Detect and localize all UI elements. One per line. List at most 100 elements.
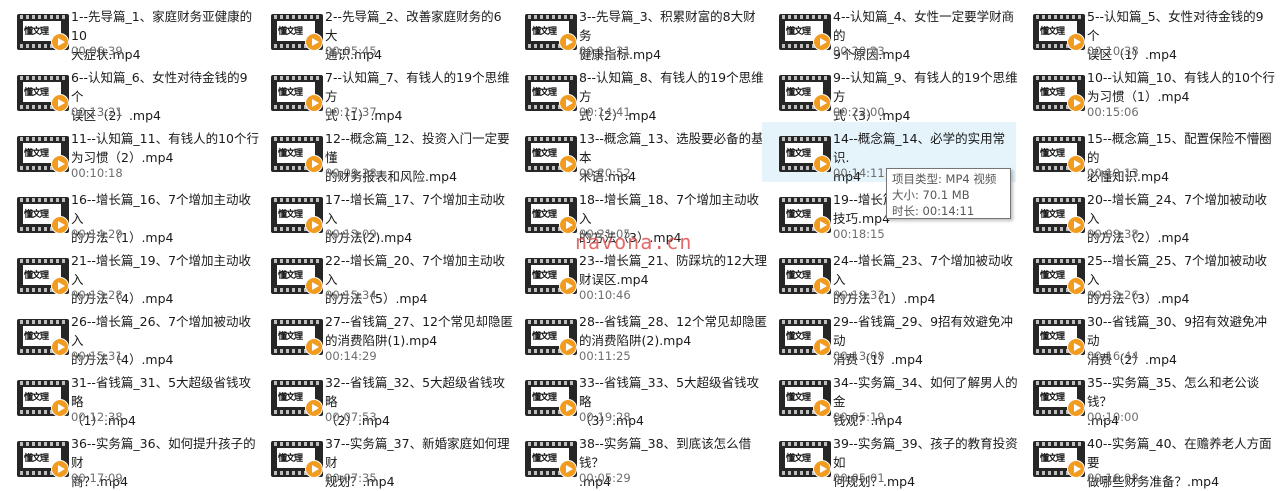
- file-item[interactable]: 懂文理 39--实务篇_39、孩子的教育投资如 何规划？.mp4 00:05:01: [762, 427, 1018, 489]
- thumbnail-brand: 懂文理: [24, 27, 49, 37]
- video-thumbnail-icon: 懂文理: [1033, 136, 1085, 173]
- video-thumbnail-icon: 懂文理: [779, 258, 831, 295]
- thumbnail-brand: 懂文理: [786, 271, 811, 281]
- thumbnail-brand: 懂文理: [532, 332, 557, 342]
- file-item[interactable]: 懂文理 40--实务篇_40、在赡养老人方面要 做哪些财务准备？.mp4 00:16…: [1016, 427, 1272, 489]
- file-item[interactable]: 懂文理 26--增长篇_26、7个增加被动收入 的方法（4）.mp4 00:15:3…: [0, 305, 254, 367]
- file-item[interactable]: 懂文理 17--增长篇_17、7个增加主动收入 的方法(2).mp4 00:13:0…: [254, 183, 508, 245]
- thumbnail-brand: 懂文理: [532, 149, 557, 159]
- file-duration: 00:10:46: [579, 288, 631, 302]
- thumbnail-brand: 懂文理: [278, 454, 303, 464]
- play-icon: [51, 277, 69, 295]
- file-item[interactable]: 懂文理 27--省钱篇_27、12个常见却隐匿 的消费陷阱(1).mp4 00:14…: [254, 305, 513, 365]
- file-item[interactable]: 懂文理 38--实务篇_38、到底该怎么借钱？ .mp4 00:05:29: [508, 427, 762, 489]
- file-item[interactable]: 懂文理 28--省钱篇_28、12个常见却隐匿 的消费陷阱(2).mp4 00:11…: [508, 305, 767, 365]
- play-icon: [305, 216, 323, 234]
- file-item[interactable]: 懂文理 13--概念篇_13、选股要必备的基本 术语.mp4 00:20:52: [508, 122, 764, 184]
- file-item[interactable]: 懂文理 32--省钱篇_32、5大超级省钱攻略 （2）.mp4 00:07:53: [254, 366, 508, 428]
- play-icon: [1067, 338, 1085, 356]
- file-item[interactable]: 懂文理 10--认知篇_10、有钱人的10个行 为习惯（1）.mp4 00:15:0…: [1016, 61, 1275, 121]
- play-icon: [813, 338, 831, 356]
- file-item[interactable]: 懂文理 31--省钱篇_31、5大超级省钱攻略 （1）.mp4 00:12:38: [0, 366, 254, 428]
- file-duration: 00:14:29: [325, 349, 377, 363]
- file-duration: 00:10:00: [1087, 410, 1139, 424]
- video-thumbnail-icon: 懂文理: [1033, 380, 1085, 417]
- file-item[interactable]: 懂文理 30--省钱篇_30、9招有效避免冲动 消费（2）.mp4 00:16:44: [1016, 305, 1270, 367]
- file-duration: 00:09:28: [325, 166, 377, 180]
- file-item[interactable]: 懂文理 29--省钱篇_29、9招有效避免冲动 消费（1）.mp4 00:13:08: [762, 305, 1016, 367]
- file-item[interactable]: 懂文理 16--增长篇_16、7个增加主动收入 的方法（1）.mp4 00:14:2…: [0, 183, 254, 245]
- play-icon: [305, 399, 323, 417]
- file-item[interactable]: 懂文理 8--认知篇_8、有钱人的19个思维方 式（2）.mp4 00:14:41: [508, 61, 764, 123]
- video-thumbnail-icon: 懂文理: [271, 14, 323, 51]
- file-item[interactable]: 懂文理 2--先导篇_2、改善家庭财务的6大 通识.mp4 00:05:45: [254, 0, 508, 62]
- video-thumbnail-icon: 懂文理: [1033, 197, 1085, 234]
- file-item[interactable]: 懂文理 21--增长篇_19、7个增加主动收入 的方法（4）.mp4 00:13:2…: [0, 244, 254, 306]
- video-thumbnail-icon: 懂文理: [525, 319, 577, 356]
- file-item[interactable]: 懂文理 22--增长篇_20、7个增加主动收入 的方法（5）.mp4 00:15:3…: [254, 244, 508, 306]
- file-duration: 00:20:23: [833, 44, 885, 58]
- file-item[interactable]: 懂文理 9--认知篇_9、有钱人的19个思维方 式（3）.mp4 00:22:00: [762, 61, 1018, 123]
- thumbnail-brand: 懂文理: [24, 149, 49, 159]
- thumbnail-brand: 懂文理: [24, 271, 49, 281]
- file-item[interactable]: 懂文理 34--实务篇_34、如何了解男人的金 钱观？.mp4 00:05:19: [762, 366, 1018, 428]
- file-duration: 00:05:29: [579, 471, 631, 485]
- file-duration: 00:19:28: [579, 410, 631, 424]
- video-thumbnail-icon: 懂文理: [271, 380, 323, 417]
- video-thumbnail-icon: 懂文理: [779, 441, 831, 478]
- video-thumbnail-icon: 懂文理: [17, 441, 69, 478]
- file-item[interactable]: 懂文理 35--实务篇_35、怎么和老公谈钱？ .mp4 00:10:00: [1016, 366, 1270, 428]
- file-item[interactable]: 懂文理 24--增长篇_23、7个增加被动收入 的方法（1）.mp4 00:19:3…: [762, 244, 1016, 306]
- file-item[interactable]: 懂文理 36--实务篇_36、如何提升孩子的财 商？.mp4 00:17:09: [0, 427, 256, 489]
- file-duration: 00:19:13: [1087, 166, 1139, 180]
- thumbnail-brand: 懂文理: [532, 454, 557, 464]
- file-item[interactable]: 懂文理 7--认知篇_7、有钱人的19个思维方 式（1）.mp4 00:17:37: [254, 61, 510, 123]
- file-duration: 00:05:19: [833, 410, 885, 424]
- thumbnail-brand: 懂文理: [786, 210, 811, 220]
- video-thumbnail-icon: 懂文理: [271, 75, 323, 112]
- file-item[interactable]: 懂文理 37--实务篇_37、新婚家庭如何理财 规划？.mp4 00:07:35: [254, 427, 510, 489]
- video-thumbnail-icon: 懂文理: [779, 319, 831, 356]
- thumbnail-brand: 懂文理: [786, 88, 811, 98]
- play-icon: [559, 155, 577, 173]
- play-icon: [305, 338, 323, 356]
- thumbnail-brand: 懂文理: [278, 27, 303, 37]
- play-icon: [305, 277, 323, 295]
- file-item[interactable]: 懂文理 3--先导篇_3、积累财富的8大财务 健康指标.mp4 00:12:31: [508, 0, 762, 62]
- file-item[interactable]: 懂文理 15--概念篇_15、配置保险不懵圈的 必懂知识.mp4 00:19:13: [1016, 122, 1272, 184]
- file-duration: 00:13:21: [71, 105, 123, 119]
- thumbnail-brand: 懂文理: [786, 454, 811, 464]
- file-item[interactable]: 懂文理 1--先导篇_1、家庭财务亚健康的10 大症状.mp4 00:06:39: [0, 0, 254, 62]
- thumbnail-brand: 懂文理: [532, 271, 557, 281]
- play-icon: [813, 216, 831, 234]
- thumbnail-brand: 懂文理: [24, 393, 49, 403]
- file-item[interactable]: 懂文理 25--增长篇_25、7个增加被动收入 的方法（3）.mp4 00:12:2…: [1016, 244, 1270, 306]
- file-item[interactable]: 懂文理 33--省钱篇_33、5大超级省钱攻略 （3）.mp4 00:19:28: [508, 366, 762, 428]
- file-item[interactable]: 懂文理 20--增长篇_24、7个增加被动收入 的方法（2）.mp4 00:09:3…: [1016, 183, 1270, 245]
- thumbnail-brand: 懂文理: [1040, 88, 1065, 98]
- file-item[interactable]: 懂文理 12--概念篇_12、投资入门一定要懂 的财务报表和风险.mp4 00:09…: [254, 122, 510, 184]
- video-thumbnail-icon: 懂文理: [779, 136, 831, 173]
- play-icon: [1067, 94, 1085, 112]
- file-item[interactable]: 懂文理 6--认知篇_6、女性对待金钱的9个 误区（2）.mp4 00:13:21: [0, 61, 254, 123]
- play-icon: [305, 460, 323, 478]
- file-duration: 00:20:52: [579, 166, 631, 180]
- thumbnail-brand: 懂文理: [1040, 393, 1065, 403]
- file-duration: 00:17:37: [325, 105, 377, 119]
- file-item[interactable]: 懂文理 11--认知篇_11、有钱人的10个行 为习惯（2）.mp4 00:10:1…: [0, 122, 259, 182]
- thumbnail-brand: 懂文理: [1040, 27, 1065, 37]
- file-duration: 00:22:00: [833, 105, 885, 119]
- file-name: 23--增长篇_21、防踩坑的12大理 财误区.mp4: [579, 253, 767, 287]
- play-icon: [305, 33, 323, 51]
- play-icon: [813, 94, 831, 112]
- file-item[interactable]: 懂文理 4--认知篇_4、女性一定要学财商的 9个原因.mp4 00:20:23: [762, 0, 1016, 62]
- thumbnail-brand: 懂文理: [278, 88, 303, 98]
- thumbnail-brand: 懂文理: [532, 393, 557, 403]
- thumbnail-brand: 懂文理: [278, 332, 303, 342]
- file-duration: 00:10:18: [71, 166, 123, 180]
- play-icon: [559, 277, 577, 295]
- thumbnail-brand: 懂文理: [532, 27, 557, 37]
- video-thumbnail-icon: 懂文理: [779, 197, 831, 234]
- file-item[interactable]: 懂文理 5--认知篇_5、女性对待金钱的9个 误区（1）.mp4 00:10:38: [1016, 0, 1270, 62]
- file-duration: 00:10:38: [1087, 44, 1139, 58]
